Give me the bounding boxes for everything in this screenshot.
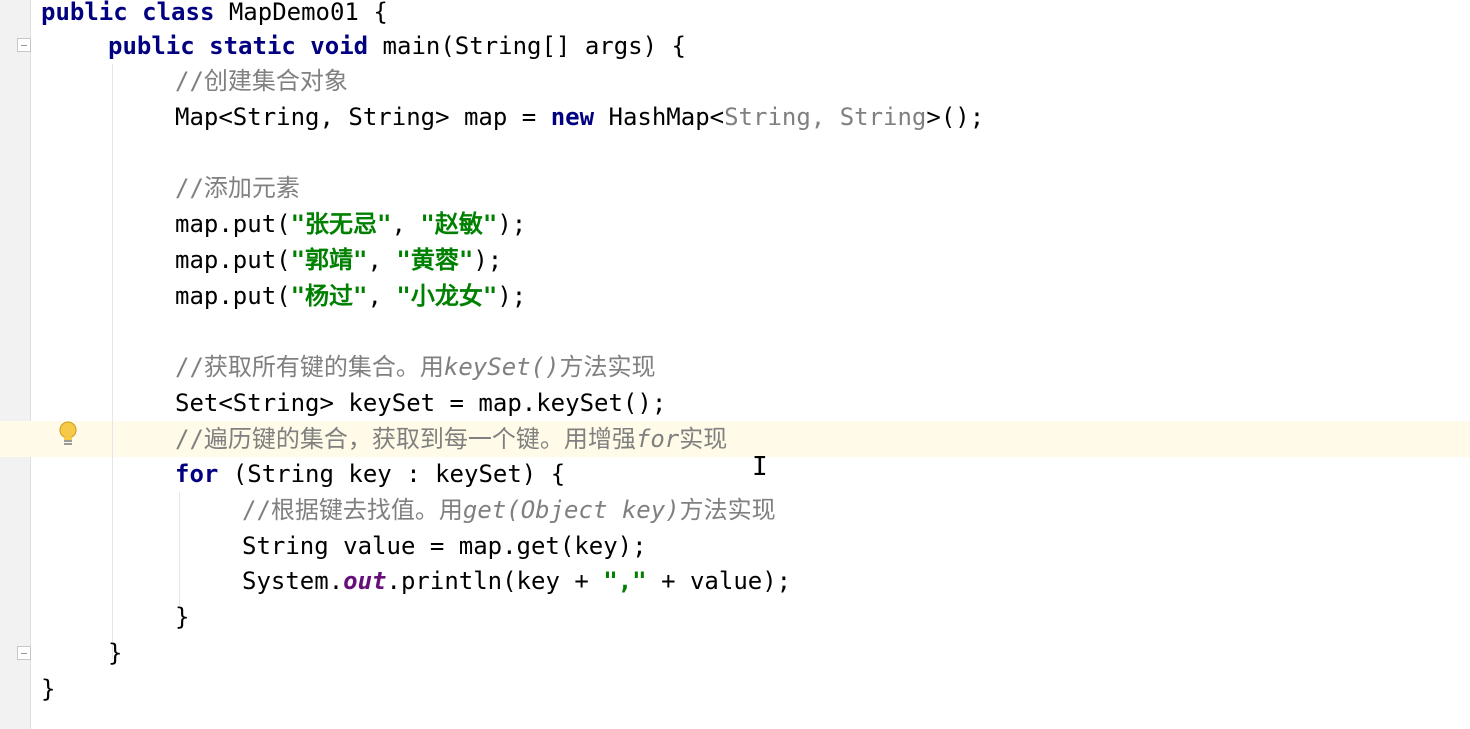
code-line-for-loop: for (String key : keySet) { <box>175 460 566 488</box>
code-line-close-main: } <box>108 639 123 667</box>
code-line-println: System.out.println(key + "," + value); <box>242 567 792 595</box>
code-line-put-3: map.put("杨过", "小龙女"); <box>175 282 527 310</box>
code-editor[interactable]: public class MapDemo01 { public static v… <box>0 0 1470 729</box>
code-line-comment-iterate: //遍历键的集合，获取到每一个键。用增强for实现 <box>175 425 728 453</box>
code-line-close-class: } <box>41 675 56 703</box>
code-line-comment-add: //添加元素 <box>175 174 300 202</box>
code-line-map-init: Map<String, String> map = new HashMap<St… <box>175 103 985 131</box>
code-area[interactable]: public class MapDemo01 { public static v… <box>0 0 1470 729</box>
code-line-main-declaration: public static void main(String[] args) { <box>108 32 686 60</box>
code-line-put-2: map.put("郭靖", "黄蓉"); <box>175 246 503 274</box>
code-line-comment-create: //创建集合对象 <box>175 67 348 95</box>
code-line-get-value: String value = map.get(key); <box>242 532 647 560</box>
code-line-keyset: Set<String> keySet = map.keySet(); <box>175 389 667 417</box>
code-line-put-1: map.put("张无忌", "赵敏"); <box>175 210 527 238</box>
code-line-close-for: } <box>175 603 190 631</box>
text-cursor-icon: I <box>752 452 768 482</box>
code-line-class-declaration: public class MapDemo01 { <box>41 0 388 26</box>
code-line-comment-keyset: //获取所有键的集合。用keySet()方法实现 <box>175 353 656 381</box>
code-line-comment-get: //根据键去找值。用get(Object key)方法实现 <box>242 496 776 524</box>
